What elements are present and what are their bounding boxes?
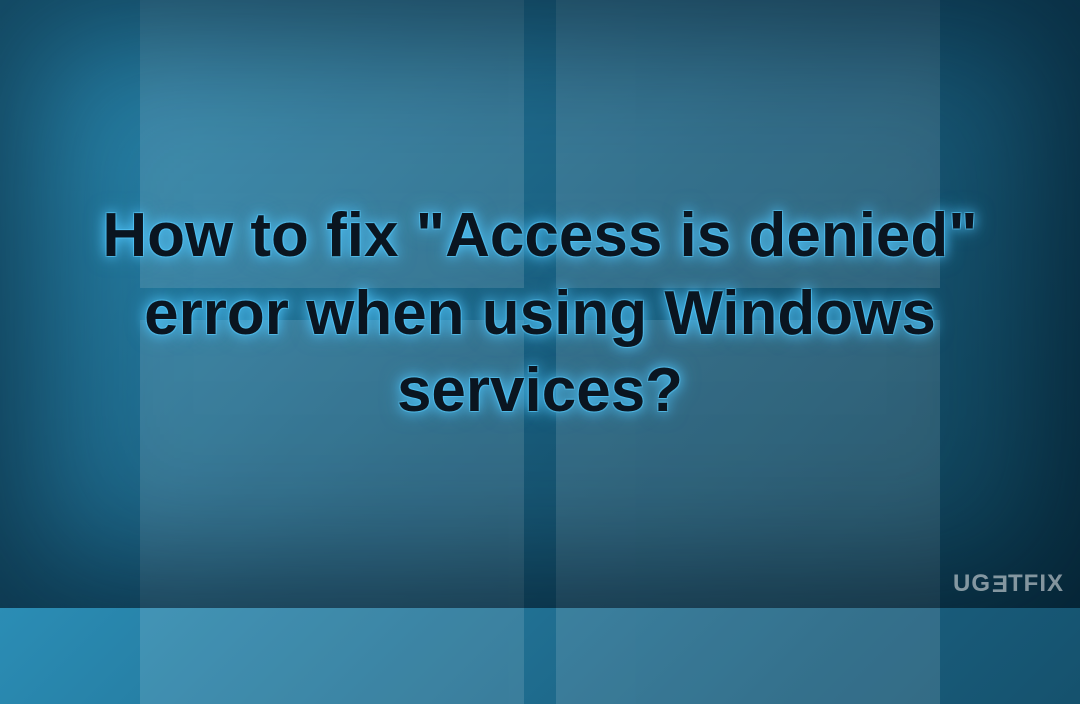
- watermark-part3: TFIX: [1008, 570, 1064, 597]
- article-title: How to fix "Access is denied" error when…: [90, 197, 990, 429]
- watermark-part1: UG: [953, 570, 991, 597]
- brand-watermark: UGETFIX: [953, 570, 1064, 598]
- headline-container: How to fix "Access is denied" error when…: [90, 197, 990, 429]
- watermark-flipped-e: E: [991, 571, 1008, 599]
